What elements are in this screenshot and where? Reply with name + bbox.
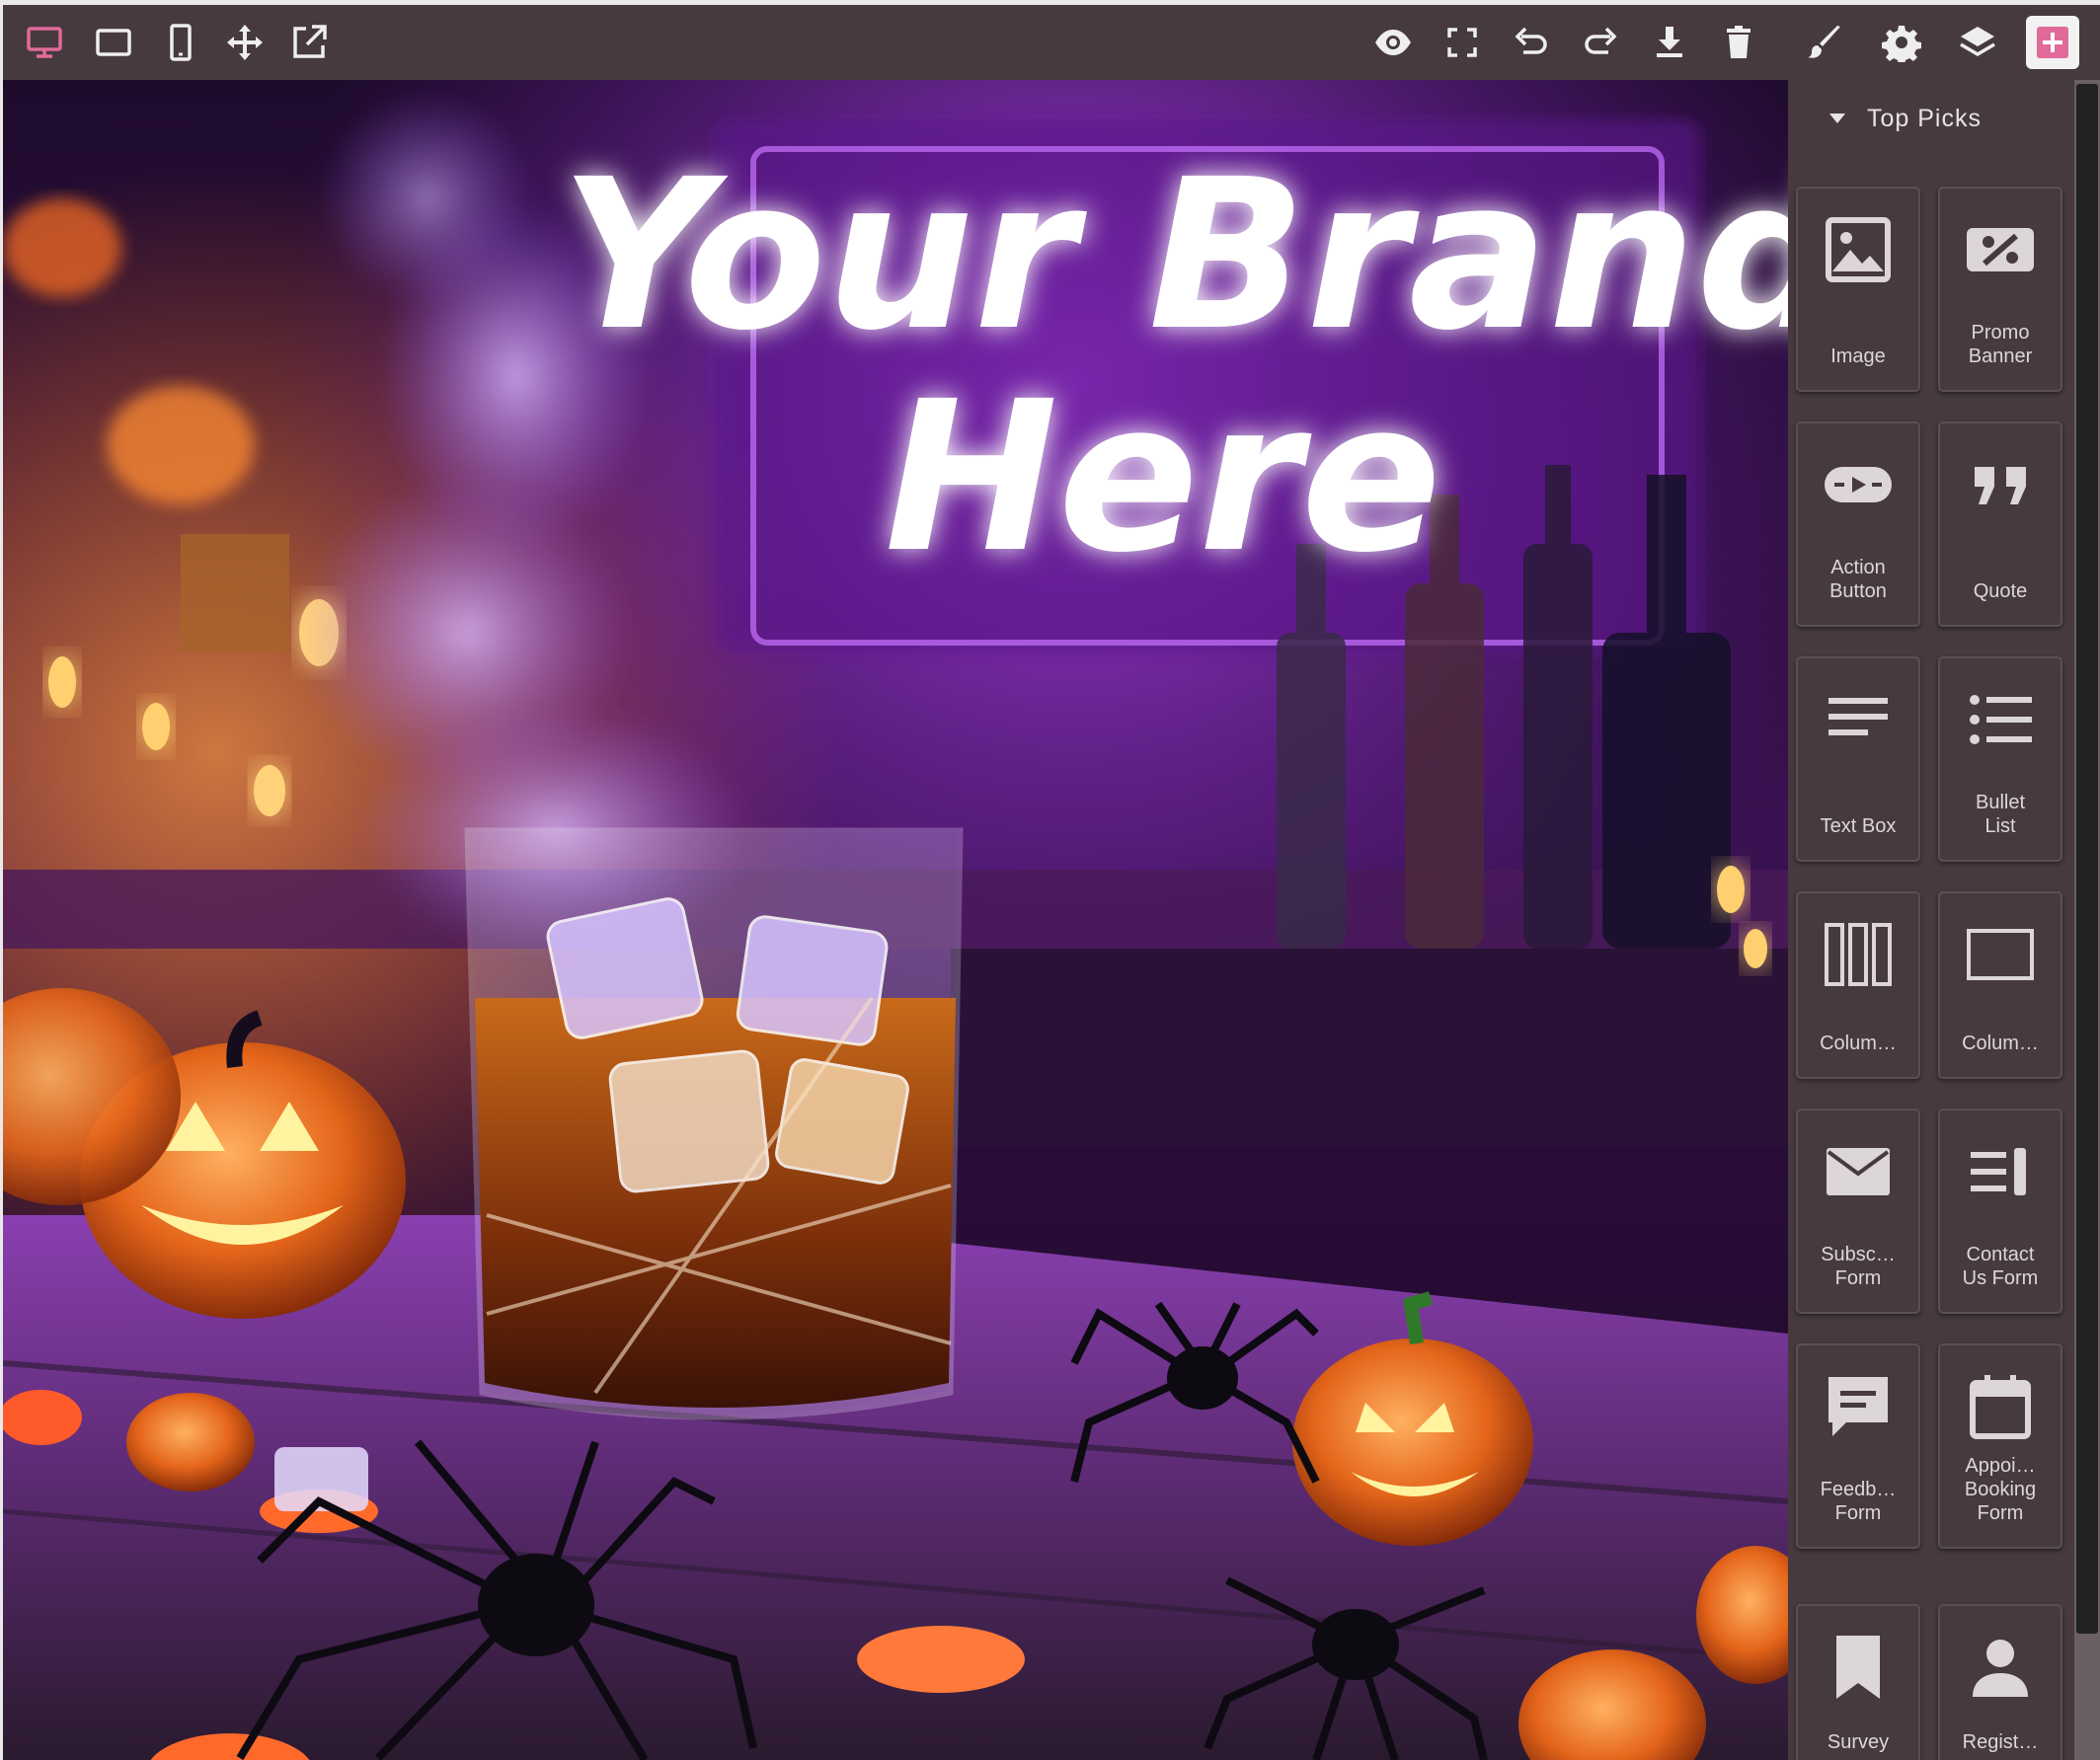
preview-eye-icon <box>1375 30 1411 55</box>
block-label: Colum… <box>1962 1033 2039 1054</box>
text-box-icon <box>1828 698 1888 735</box>
style-manager-button[interactable] <box>1795 13 1854 72</box>
block-label: Colum… <box>1820 1033 1897 1054</box>
block-label: Contact Us Form <box>1962 1244 2039 1289</box>
mobile-view-button[interactable] <box>151 13 210 72</box>
block-label: Action Button <box>1829 557 1887 602</box>
block-label: Bullet List <box>1975 792 2026 837</box>
calendar-icon <box>1970 1375 2031 1439</box>
fullscreen-button[interactable] <box>1433 13 1492 72</box>
one-column-icon <box>1967 929 2034 980</box>
image-icon <box>1826 217 1891 282</box>
undo-icon <box>1515 27 1547 54</box>
settings-gear-icon <box>1882 26 1921 62</box>
settings-button[interactable] <box>1872 13 1931 72</box>
block-quote[interactable]: Quote <box>1938 421 2062 627</box>
preview-button[interactable] <box>1363 13 1423 72</box>
action-button-icon <box>1825 467 1892 502</box>
desktop-icon <box>27 27 62 58</box>
block-promo-banner[interactable]: Promo Banner <box>1938 187 2062 392</box>
redo-icon <box>1585 27 1617 54</box>
block-bullet-list[interactable]: Bullet List <box>1938 656 2062 862</box>
block-survey[interactable]: Survey <box>1796 1604 1920 1760</box>
section-title: Top Picks <box>1867 104 1982 132</box>
promo-banner-icon <box>1967 228 2034 271</box>
blocks-panel: Top Picks Image Promo Banner Action Butt… <box>1788 80 2074 1760</box>
panel-scrollbar[interactable] <box>2074 80 2100 1760</box>
block-one-column[interactable]: Colum… <box>1938 891 2062 1079</box>
trash-icon <box>1727 26 1750 58</box>
section-top-picks[interactable]: Top Picks <box>1788 80 2074 157</box>
layers-icon <box>1960 27 1995 57</box>
tablet-landscape-icon <box>96 29 131 56</box>
tablet-view-button[interactable] <box>84 13 143 72</box>
mobile-icon <box>170 24 192 61</box>
three-columns-icon <box>1825 923 1892 986</box>
editor-frame: Your Brand Here Top Picks Image Promo Ba… <box>3 5 2100 1760</box>
block-action-button[interactable]: Action Button <box>1796 421 1920 627</box>
block-three-columns[interactable]: Colum… <box>1796 891 1920 1079</box>
block-label: Appoi… Booking Form <box>1964 1455 2037 1524</box>
block-label: Regist… <box>1962 1731 2039 1753</box>
block-image[interactable]: Image <box>1796 187 1920 392</box>
block-registration[interactable]: Regist… <box>1938 1604 2062 1760</box>
block-contact-form[interactable]: Contact Us Form <box>1938 1109 2062 1314</box>
block-label: Text Box <box>1820 815 1897 837</box>
add-block-icon <box>2037 27 2068 58</box>
caret-down-icon <box>1829 114 1845 123</box>
download-icon <box>1657 27 1682 57</box>
open-external-icon <box>293 25 327 58</box>
fullscreen-icon <box>1447 28 1477 57</box>
move-icon <box>227 25 263 60</box>
paint-brush-icon <box>1808 26 1840 58</box>
top-toolbar <box>3 5 2100 80</box>
desktop-view-button[interactable] <box>15 13 74 72</box>
halloween-bar-image[interactable]: Your Brand Here <box>3 80 1788 1760</box>
contact-form-icon <box>1971 1148 2026 1195</box>
add-block-button[interactable] <box>2026 16 2079 69</box>
quote-icon <box>1975 467 2026 504</box>
block-feedback-form[interactable]: Feedb… Form <box>1796 1343 1920 1549</box>
block-label: Quote <box>1973 580 2028 602</box>
undo-button[interactable] <box>1502 13 1561 72</box>
block-label: Subsc… Form <box>1821 1244 1896 1289</box>
neon-headline-line1[interactable]: Your Brand <box>561 134 1788 376</box>
block-label: Image <box>1830 345 1886 367</box>
block-label: Feedb… Form <box>1820 1479 1897 1524</box>
bullet-list-icon <box>1970 695 2032 744</box>
feedback-icon <box>1828 1377 1888 1436</box>
block-subscribe-form[interactable]: Subsc… Form <box>1796 1109 1920 1314</box>
layers-button[interactable] <box>1948 13 2007 72</box>
redo-button[interactable] <box>1571 13 1630 72</box>
block-label: Survey <box>1827 1731 1890 1753</box>
block-appointment-form[interactable]: Appoi… Booking Form <box>1938 1343 2062 1549</box>
open-external-button[interactable] <box>279 13 339 72</box>
block-text-box[interactable]: Text Box <box>1796 656 1920 862</box>
neon-headline-line2[interactable]: Here <box>885 356 1441 598</box>
move-button[interactable] <box>215 13 274 72</box>
envelope-icon <box>1827 1148 1890 1195</box>
person-icon <box>1973 1640 2028 1697</box>
delete-button[interactable] <box>1709 13 1768 72</box>
bookmark-icon <box>1836 1636 1880 1699</box>
block-label: Promo Banner <box>1968 322 2033 367</box>
scrollbar-thumb[interactable] <box>2076 84 2098 1634</box>
editor-canvas[interactable]: Your Brand Here <box>3 80 1788 1760</box>
download-button[interactable] <box>1640 13 1699 72</box>
